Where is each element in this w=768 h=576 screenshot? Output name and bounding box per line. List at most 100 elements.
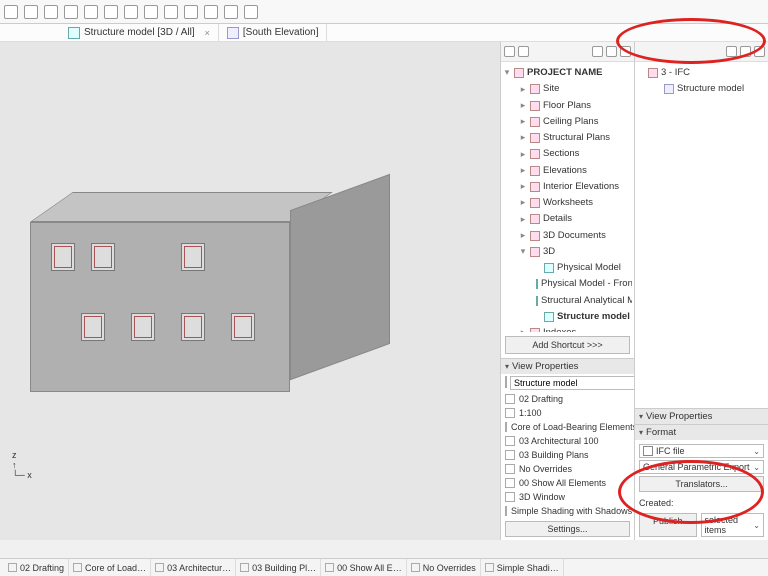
pub-icon[interactable] (740, 46, 751, 57)
3d-viewport[interactable]: z↑└─ x (0, 42, 500, 540)
tab-active[interactable]: Structure model [3D / All] × (60, 24, 219, 41)
pub-icon[interactable] (726, 46, 737, 57)
id-icon (505, 376, 507, 388)
tree-indexes[interactable]: Indexes (543, 326, 576, 332)
pub-icon[interactable] (754, 46, 765, 57)
tree-item[interactable]: Details (543, 212, 572, 226)
status-bar: 02 Drafting Core of Load… 03 Architectur… 0… (0, 558, 768, 576)
project-tree[interactable]: ▾PROJECT NAME ▸Site▸Floor Plans▸Ceiling … (501, 62, 634, 332)
ifc-item[interactable]: Structure model (677, 82, 744, 96)
tool-icon[interactable] (184, 5, 198, 19)
tool-icon[interactable] (44, 5, 58, 19)
created-label: Created: (639, 498, 674, 508)
add-shortcut-button[interactable]: Add Shortcut >>> (505, 336, 630, 354)
property-value: 00 Show All Elements (519, 478, 606, 488)
status-tab[interactable]: 02 Drafting (4, 559, 69, 576)
tab-label: Structure model [3D / All] (84, 27, 195, 38)
settings-button[interactable]: Settings... (505, 521, 630, 537)
tree-item[interactable]: 3D Documents (543, 229, 606, 243)
status-icon (485, 563, 494, 572)
tool-icon[interactable] (84, 5, 98, 19)
property-value: 3D Window (519, 492, 565, 502)
ifc-view-properties-header[interactable]: View Properties (635, 408, 768, 424)
status-icon (73, 563, 82, 572)
format-value: IFC file (656, 446, 685, 456)
status-icon (240, 563, 249, 572)
nav-icon[interactable] (504, 46, 515, 57)
status-label: 03 Building Pl… (252, 563, 316, 573)
tree-item[interactable]: Structural Plans (543, 131, 610, 145)
chevron-down-icon: ⌄ (753, 463, 760, 472)
tool-icon[interactable] (164, 5, 178, 19)
property-icon (505, 478, 515, 488)
status-label: 03 Architectur… (167, 563, 231, 573)
publish-scope-dropdown[interactable]: selected items ⌄ (701, 513, 765, 537)
status-tab[interactable]: 03 Building Pl… (236, 559, 321, 576)
chevron-down-icon: ⌄ (753, 447, 760, 456)
property-icon (505, 394, 515, 404)
format-dropdown[interactable]: IFC file ⌄ (639, 444, 764, 458)
status-tab[interactable]: 00 Show All E… (321, 559, 407, 576)
page-icon (227, 27, 239, 39)
tree-item[interactable]: Sections (543, 147, 579, 161)
status-label: 00 Show All E… (337, 563, 402, 573)
publish-button[interactable]: Publish (639, 513, 697, 537)
property-value: Simple Shading with Shadows (511, 506, 632, 516)
property-icon (505, 422, 507, 432)
nav-icon[interactable] (606, 46, 617, 57)
ifc-group[interactable]: 3 - IFC (661, 66, 690, 80)
view-name-input[interactable] (510, 376, 635, 390)
building-model (30, 162, 410, 442)
view-properties-header[interactable]: View Properties (501, 358, 634, 374)
nav-icon[interactable] (592, 46, 603, 57)
chevron-down-icon: ⌄ (753, 521, 760, 530)
file-icon (643, 446, 653, 456)
tree-item[interactable]: Ceiling Plans (543, 115, 598, 129)
status-label: Core of Load… (85, 563, 146, 573)
status-icon (411, 563, 420, 572)
property-value: Core of Load-Bearing Elements Only (511, 422, 634, 432)
translator-value: General Parametric Export (643, 462, 750, 472)
property-icon (505, 436, 515, 446)
status-tab[interactable]: Core of Load… (69, 559, 151, 576)
view-tabs: Structure model [3D / All] × [South Elev… (0, 24, 768, 42)
tree-item[interactable]: Physical Model (557, 261, 621, 275)
tree-root[interactable]: PROJECT NAME (527, 66, 602, 80)
tool-icon[interactable] (224, 5, 238, 19)
translators-button[interactable]: Translators... (639, 476, 764, 492)
status-label: 02 Drafting (20, 563, 64, 573)
nav-icon[interactable] (620, 46, 631, 57)
tool-icon[interactable] (24, 5, 38, 19)
tree-item[interactable]: Structural Analytical Model with (541, 294, 632, 308)
tree-structure-model[interactable]: Structure model (557, 310, 630, 324)
translator-dropdown[interactable]: General Parametric Export ⌄ (639, 460, 764, 474)
nav-icon[interactable] (518, 46, 529, 57)
format-header[interactable]: Format (635, 424, 768, 440)
tool-icon[interactable] (104, 5, 118, 19)
tree-item[interactable]: Site (543, 82, 559, 96)
tool-icon[interactable] (144, 5, 158, 19)
tool-icon[interactable] (204, 5, 218, 19)
tool-icon[interactable] (244, 5, 258, 19)
tool-icon[interactable] (64, 5, 78, 19)
property-value: No Overrides (519, 464, 572, 474)
tree-item[interactable]: Worksheets (543, 196, 593, 210)
navigator-toolbar (501, 42, 634, 62)
tool-icon[interactable] (4, 5, 18, 19)
status-tab[interactable]: 03 Architectur… (151, 559, 236, 576)
property-icon (505, 464, 515, 474)
status-icon (155, 563, 164, 572)
publisher-panel: 3 - IFC Structure model View Properties … (634, 42, 768, 540)
tree-item[interactable]: Floor Plans (543, 99, 591, 113)
close-icon[interactable]: × (199, 28, 210, 38)
property-icon (505, 506, 507, 516)
tree-3d[interactable]: 3D (543, 245, 555, 259)
tool-icon[interactable] (124, 5, 138, 19)
tree-item[interactable]: Interior Elevations (543, 180, 619, 194)
status-tab[interactable]: No Overrides (407, 559, 481, 576)
publish-scope-value: selected items (705, 515, 754, 535)
tree-item[interactable]: Physical Model - Frontal Axonometric (541, 277, 632, 291)
status-tab[interactable]: Simple Shadi… (481, 559, 564, 576)
tab-other[interactable]: [South Elevation] (219, 24, 328, 41)
tree-item[interactable]: Elevations (543, 164, 587, 178)
